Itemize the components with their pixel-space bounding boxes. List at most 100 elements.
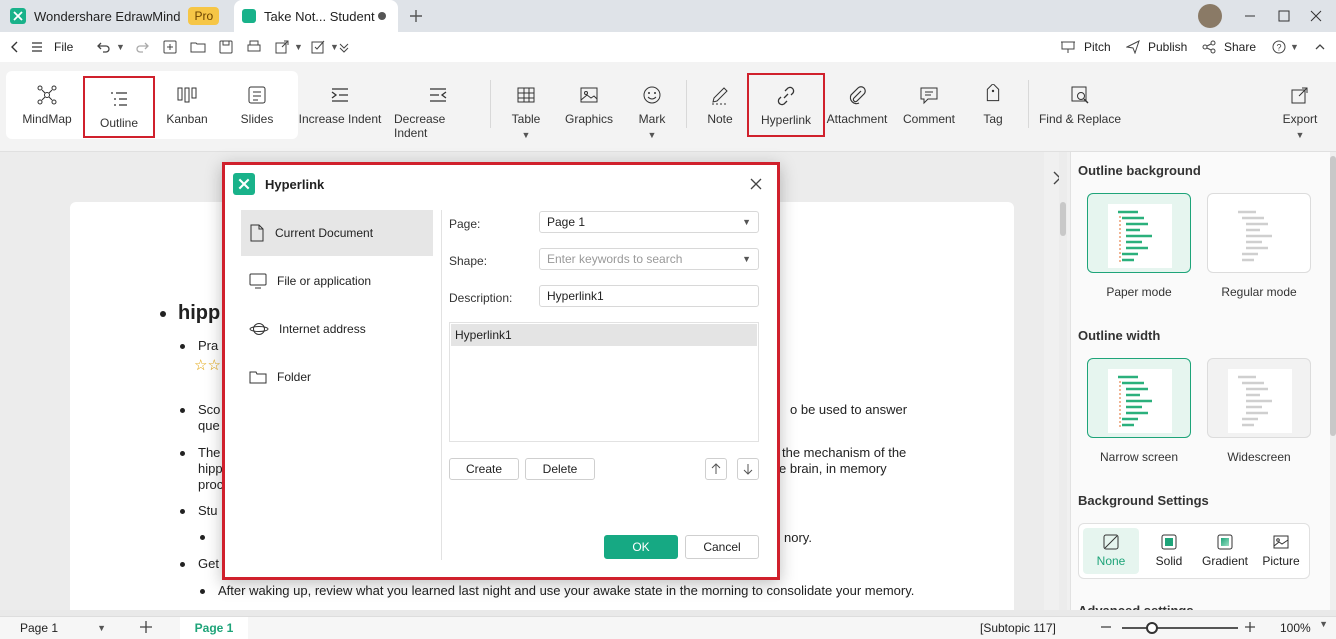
widescreen-card[interactable] (1207, 358, 1311, 438)
narrow-screen-card[interactable] (1087, 358, 1191, 438)
panel-scrollbar[interactable] (1330, 152, 1336, 610)
avatar[interactable] (1198, 4, 1222, 28)
outline-item[interactable]: After waking up, review what you learned… (218, 583, 914, 598)
outline-item-continued[interactable]: proc (198, 477, 223, 492)
mark-button[interactable]: Mark ▼ (626, 72, 678, 144)
dialog-close-button[interactable] (749, 177, 763, 191)
slides-icon (248, 86, 266, 104)
mindmap-view-button[interactable]: MindMap (14, 72, 80, 138)
outline-view-button[interactable]: Outline (83, 76, 155, 138)
zoom-level[interactable]: 100% ▼ (1280, 620, 1328, 636)
add-page-button[interactable] (138, 619, 154, 635)
graphics-button[interactable]: Graphics (560, 72, 618, 144)
redo-button[interactable] (134, 32, 150, 62)
dialog-divider (441, 210, 442, 560)
close-window-button[interactable] (1296, 0, 1336, 32)
outline-item-continued[interactable]: e brain, in memory (779, 461, 887, 476)
outline-item[interactable]: Get (198, 556, 219, 571)
outline-item-continued[interactable]: hipp (198, 461, 223, 476)
bg-none-option[interactable]: None (1083, 528, 1139, 574)
document-tab[interactable]: Take Not... Student (234, 0, 398, 32)
outline-preview-icon (1118, 375, 1152, 427)
slides-view-button[interactable]: Slides (226, 72, 288, 138)
zoom-slider-thumb[interactable] (1146, 622, 1158, 634)
move-down-button[interactable] (737, 458, 759, 480)
help-button[interactable]: ? ▼ (1272, 32, 1299, 62)
print-button[interactable] (246, 32, 262, 62)
export-button[interactable]: Export ▼ (1274, 72, 1326, 144)
outline-item-continued[interactable]: o be used to answer (790, 402, 907, 417)
link-icon (777, 86, 795, 106)
narrow-screen-label: Narrow screen (1099, 450, 1179, 464)
zoom-out-button[interactable] (1098, 619, 1114, 635)
nav-internet-address[interactable]: Internet address (241, 306, 433, 352)
more-button[interactable] (338, 32, 350, 62)
create-button[interactable]: Create (449, 458, 519, 480)
decrease-indent-button[interactable]: Decrease Indent (394, 72, 482, 144)
pitch-button[interactable]: Pitch (1060, 32, 1111, 62)
outline-item-continued[interactable]: nory. (784, 530, 812, 545)
panel-scrollbar-thumb[interactable] (1330, 156, 1336, 436)
zoom-in-button[interactable] (1242, 619, 1258, 635)
collapse-ribbon-button[interactable] (1314, 32, 1326, 62)
back-button[interactable] (8, 32, 22, 62)
bg-gradient-option[interactable]: Gradient (1197, 528, 1253, 574)
undo-button[interactable]: ▼ (96, 32, 125, 62)
publish-button[interactable]: Publish (1126, 32, 1187, 62)
solid-fill-icon (1161, 534, 1177, 550)
pro-badge: Pro (188, 7, 220, 25)
attachment-button[interactable]: Attachment (826, 72, 888, 144)
cancel-label: Cancel (703, 540, 741, 554)
page-tab[interactable]: Page 1 (180, 617, 248, 639)
hyperlink-list: Hyperlink1 (449, 322, 759, 442)
ribbon-divider (490, 80, 491, 128)
page-dropdown[interactable]: Page 1 ▼ (539, 211, 759, 233)
nav-current-document[interactable]: Current Document (241, 210, 433, 256)
tag-button[interactable]: Tag (968, 72, 1018, 144)
arrow-down-icon (743, 464, 753, 475)
open-button[interactable] (190, 32, 206, 62)
increase-indent-label: Increase Indent (298, 112, 382, 126)
list-item[interactable]: Hyperlink1 (451, 324, 757, 346)
outline-item[interactable]: The (198, 445, 220, 460)
shape-search-input[interactable]: Enter keywords to search ▼ (539, 248, 759, 270)
hyperlink-button[interactable]: Hyperlink (747, 73, 825, 137)
outline-item[interactable]: Pra (198, 338, 218, 353)
outline-heading[interactable]: hipp (178, 302, 220, 325)
advanced-settings-title[interactable]: Advanced settings (1078, 603, 1194, 610)
cancel-button[interactable]: Cancel (685, 535, 759, 559)
outline-item[interactable]: Sco (198, 402, 220, 417)
find-replace-button[interactable]: Find & Replace (1036, 72, 1124, 144)
increase-indent-button[interactable]: Increase Indent (298, 72, 382, 144)
outline-item-continued[interactable]: que (198, 418, 220, 433)
nav-folder[interactable]: Folder (241, 354, 433, 400)
app-tab[interactable]: Wondershare EdrawMind Pro (10, 0, 230, 32)
outline-item-continued[interactable]: the mechanism of the (782, 445, 906, 460)
table-button[interactable]: Table ▼ (500, 72, 552, 144)
kanban-view-button[interactable]: Kanban (156, 72, 218, 138)
task-button[interactable]: ▼ (310, 32, 339, 62)
canvas-scrollbar[interactable] (1059, 152, 1067, 610)
ok-button[interactable]: OK (604, 535, 678, 559)
note-button[interactable]: Note (696, 72, 744, 144)
regular-mode-card[interactable] (1207, 193, 1311, 273)
move-up-button[interactable] (705, 458, 727, 480)
zoom-slider[interactable] (1122, 627, 1238, 629)
nav-file-or-application[interactable]: File or application (241, 258, 433, 304)
file-menu[interactable]: File (30, 32, 73, 62)
bg-solid-option[interactable]: Solid (1141, 528, 1197, 574)
paper-mode-card[interactable] (1087, 193, 1191, 273)
outline-item[interactable]: Stu (198, 503, 218, 518)
outline-preview-icon (1238, 375, 1272, 427)
comment-button[interactable]: Comment (900, 72, 958, 144)
description-input[interactable]: Hyperlink1 (539, 285, 759, 307)
new-button[interactable] (162, 32, 178, 62)
export-quick-button[interactable]: ▼ (274, 32, 303, 62)
share-button[interactable]: Share (1202, 32, 1256, 62)
delete-button[interactable]: Delete (525, 458, 595, 480)
save-button[interactable] (218, 32, 234, 62)
canvas-scrollbar-thumb[interactable] (1060, 202, 1066, 236)
bg-picture-option[interactable]: Picture (1253, 528, 1309, 574)
page-select[interactable]: Page 1 ▼ (10, 619, 112, 637)
new-tab-button[interactable] (406, 6, 426, 26)
